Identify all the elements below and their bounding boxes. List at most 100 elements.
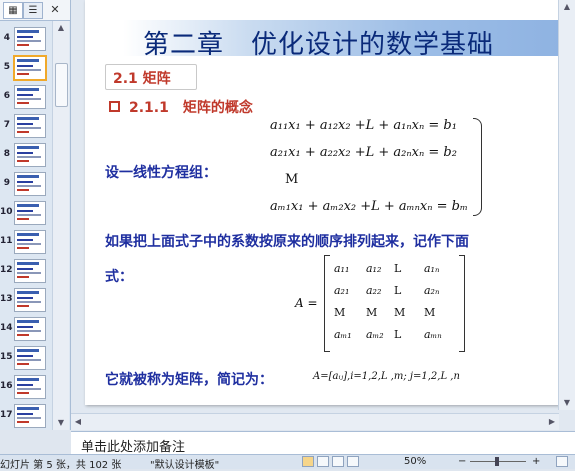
scroll-left-icon[interactable]: ◀ — [71, 414, 85, 430]
slide-counter: 幻灯片 第 5 张，共 102 张 — [0, 460, 122, 471]
zoom-out-button[interactable]: − — [458, 456, 466, 467]
slide-thumbnail-item[interactable]: 13 — [0, 288, 50, 313]
slide-thumbnail-item[interactable]: 12 — [0, 259, 50, 284]
matrix-cell: a₂₂ — [366, 284, 382, 297]
thumbnail-scrollbar[interactable]: ▲ ▼ — [52, 21, 69, 430]
conclusion-text[interactable]: 它就被称为矩阵，简记为： — [105, 369, 273, 389]
slide-thumbnail[interactable] — [14, 404, 46, 428]
square-bullet-icon — [109, 101, 120, 112]
body-sentence-2[interactable]: 式： — [105, 266, 133, 286]
normal-view-icon[interactable] — [302, 456, 314, 467]
outline-tab[interactable]: ☰ — [23, 2, 43, 19]
slide-thumbnail[interactable] — [14, 317, 46, 341]
matrix-cell: L — [394, 328, 402, 341]
thumbnail-number: 9 — [3, 178, 10, 188]
matrix-cell: a₁ₙ — [424, 262, 440, 275]
slide-thumbnail[interactable] — [14, 27, 46, 51]
thumbnail-number: 4 — [3, 33, 10, 43]
matrix-cell: a₁₁ — [334, 262, 350, 275]
scroll-up-icon[interactable]: ▲ — [53, 21, 69, 35]
matrix-cell: a₂ₙ — [424, 284, 440, 297]
scroll-down-icon[interactable]: ▼ — [559, 396, 575, 410]
scroll-up-icon[interactable]: ▲ — [559, 0, 575, 14]
thumbnail-number: 8 — [3, 149, 10, 159]
editor-horizontal-scrollbar[interactable]: ◀ ▶ — [71, 413, 559, 430]
slide-thumbnail-item[interactable]: 16 — [0, 375, 50, 400]
matrix-cell: aₘ₁ — [334, 328, 352, 341]
thumbnail-number: 13 — [0, 294, 13, 304]
theme-name[interactable]: "默认设计模板" — [150, 456, 219, 471]
slide-thumbnail[interactable] — [14, 375, 46, 399]
slide-thumbnail[interactable] — [14, 288, 46, 312]
slide-thumbnail-item[interactable]: 11 — [0, 230, 50, 255]
thumbnail-number: 12 — [0, 265, 13, 275]
equations-label[interactable]: 设一线性方程组： — [105, 162, 217, 182]
zoom-in-button[interactable]: + — [532, 456, 540, 467]
slide-title[interactable]: 第二章 优化设计的数学基础 — [143, 24, 494, 61]
slideshow-icon[interactable] — [347, 456, 359, 467]
slide-editor: 第二章 优化设计的数学基础 2.1 矩阵 2.1.1 矩阵的概念 设一线性方程组… — [71, 0, 575, 430]
fit-to-window-icon[interactable] — [556, 456, 568, 467]
slides-tab[interactable]: ▦ — [3, 2, 23, 19]
scroll-right-icon[interactable]: ▶ — [545, 414, 559, 430]
subsection-heading[interactable]: 2.1.1 矩阵的概念 — [129, 97, 253, 117]
notes-placeholder[interactable]: 单击此处添加备注 — [81, 436, 185, 455]
slide-thumbnail[interactable] — [14, 172, 46, 196]
reading-view-icon[interactable] — [332, 456, 344, 467]
slide-thumbnail-item[interactable]: 6 — [0, 85, 50, 110]
slide-canvas[interactable]: 第二章 优化设计的数学基础 2.1 矩阵 2.1.1 矩阵的概念 设一线性方程组… — [85, 0, 559, 405]
thumbnail-number: 16 — [0, 381, 13, 391]
editor-vertical-scrollbar[interactable]: ▲ ▼ — [558, 0, 575, 410]
slide-thumbnail[interactable] — [14, 230, 46, 254]
matrix-cell: a₂₁ — [334, 284, 350, 297]
scroll-down-icon[interactable]: ▼ — [53, 416, 69, 430]
close-pane-icon[interactable]: ✕ — [48, 2, 62, 17]
equation-ellipsis: M — [285, 172, 299, 187]
body-sentence-1[interactable]: 如果把上面式子中的系数按原来的顺序排列起来，记作下面 — [105, 231, 469, 251]
slide-thumbnail-item[interactable]: 7 — [0, 114, 50, 139]
matrix-cell: aₘ₂ — [366, 328, 384, 341]
thumbnail-number: 6 — [3, 91, 10, 101]
slide-thumbnail[interactable] — [14, 259, 46, 283]
slide-thumbnail-item[interactable]: 8 — [0, 143, 50, 168]
slide-thumbnail[interactable] — [14, 201, 46, 225]
slide-thumbnail-item[interactable]: 14 — [0, 317, 50, 342]
notes-pane[interactable]: 单击此处添加备注 — [71, 431, 575, 455]
slide-thumbnail[interactable] — [13, 55, 47, 81]
thumbnail-number: 10 — [0, 207, 13, 217]
matrix-cell: M — [394, 306, 406, 319]
matrix-notation: A=[aᵢⱼ],i=1,2,L ,m; j=1,2,L ,n — [313, 371, 460, 382]
matrix-cell: L — [394, 262, 402, 275]
slide-thumbnail-item[interactable]: 5 — [0, 55, 50, 81]
zoom-level[interactable]: 50% — [404, 456, 426, 467]
matrix-cell: M — [366, 306, 378, 319]
status-bar: 幻灯片 第 5 张，共 102 张 "默认设计模板" 50% − + — [0, 454, 575, 471]
slide-thumbnail-item[interactable]: 15 — [0, 346, 50, 371]
section-heading[interactable]: 2.1 矩阵 — [113, 68, 171, 88]
thumbnail-number: 5 — [3, 62, 10, 72]
slide-thumbnail-item[interactable]: 4 — [0, 27, 50, 52]
thumbnail-number: 14 — [0, 323, 13, 333]
thumbnail-number: 7 — [3, 120, 10, 130]
thumbnail-number: 17 — [0, 410, 13, 420]
slide-sorter-icon[interactable] — [317, 456, 329, 467]
equation-m: aₘ₁x₁ + aₘ₂x₂ +L + aₘₙxₙ = bₘ — [270, 199, 468, 214]
matrix-cell: M — [334, 306, 346, 319]
slide-thumbnail[interactable] — [14, 85, 46, 109]
matrix-cell: a₁₂ — [366, 262, 382, 275]
equation-1: a₁₁x₁ + a₁₂x₂ +L + a₁ₙxₙ = b₁ — [270, 118, 457, 133]
slide-thumbnail-item[interactable]: 10 — [0, 201, 50, 226]
equation-brace — [473, 118, 482, 216]
matrix-right-bracket — [459, 255, 465, 352]
slide-thumbnail[interactable] — [14, 143, 46, 167]
slide-thumbnail-item[interactable]: 9 — [0, 172, 50, 197]
matrix-cell: M — [424, 306, 436, 319]
thumbnail-number: 15 — [0, 352, 13, 362]
pane-tabs: ▦ ☰ ✕ — [0, 0, 70, 21]
slide-thumbnail[interactable] — [14, 114, 46, 138]
slide-thumbnail-item[interactable]: 17 — [0, 404, 50, 429]
scrollbar-thumb[interactable] — [55, 63, 68, 107]
zoom-slider-thumb[interactable] — [495, 457, 499, 466]
slide-thumbnail[interactable] — [14, 346, 46, 370]
matrix-lhs: A = — [295, 296, 318, 310]
